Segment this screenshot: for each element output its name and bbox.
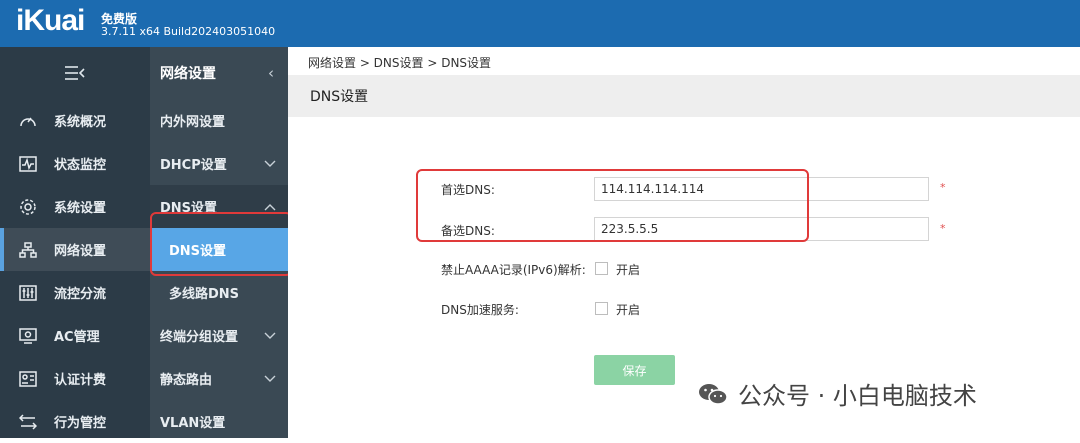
watermark-text: 公众号 · 小白电脑技术 [738,382,977,410]
subnav-item-multi-line-dns[interactable]: 多线路DNS [150,271,288,314]
chevron-down-icon [264,372,276,386]
subnav-item-vlan[interactable]: VLAN设置 [150,400,288,443]
save-button[interactable]: 保存 [594,355,675,385]
swap-icon [16,413,40,431]
main-sidebar: 系统概况 状态监控 系统设置 网络设置 流控分流 AC管理 认证计费 行为管控 [0,47,150,438]
sidebar-item-label: 系统概况 [54,115,107,130]
dns-accel-option-label: 开启 [616,303,641,317]
subnav-item-label: DHCP设置 [160,158,227,173]
sidebar-item-label: 流控分流 [54,287,107,302]
highlight-box-subnav [150,212,292,276]
sidebar-item-label: 行为管控 [54,416,107,431]
aaaa-checkbox[interactable] [595,262,608,275]
dns-accel-label: DNS加速服务: [441,303,519,317]
page-title: DNS设置 [310,89,369,105]
breadcrumb: 网络设置 > DNS设置 > DNS设置 [308,56,492,70]
subnav-item-label: 终端分组设置 [160,330,239,345]
sidebar-item-label: AC管理 [54,330,100,345]
sidebar-item-flow-control[interactable]: 流控分流 [0,271,150,314]
subnav-item-static-route[interactable]: 静态路由 [150,357,288,400]
highlight-box-dns-inputs [416,169,809,242]
aaaa-option-label: 开启 [616,263,641,277]
watermark: 公众号 · 小白电脑技术 [698,376,977,411]
sidebar-item-monitor[interactable]: 状态监控 [0,142,150,185]
monitor-icon [16,155,40,173]
menu-collapse-icon[interactable] [0,47,150,99]
sidebar-item-behavior[interactable]: 行为管控 [0,400,150,443]
chevron-down-icon [264,329,276,343]
sidebar-item-label: 网络设置 [54,244,107,259]
sidebar-item-network[interactable]: 网络设置 [0,228,150,271]
wechat-icon [699,383,728,405]
dns-accel-checkbox[interactable] [595,302,608,315]
subnav-item-label: 多线路DNS [169,287,240,302]
subnav-item-label: 内外网设置 [160,115,226,130]
network-icon [16,241,40,259]
ac-icon [16,327,40,345]
version-label: 3.7.11 x64 Build202403051040 [101,25,276,38]
aaaa-label: 禁止AAAA记录(IPv6)解析: [441,263,586,277]
subnav-title: 网络设置 ‹ [150,47,288,99]
subnav-item-dhcp[interactable]: DHCP设置 [150,142,288,185]
sidebar-item-label: 认证计费 [54,373,107,388]
chevron-down-icon [264,157,276,171]
dashboard-icon [16,112,40,130]
required-mark: * [940,222,946,235]
sidebar-item-label: 状态监控 [54,158,107,173]
sidebar-item-auth[interactable]: 认证计费 [0,357,150,400]
id-card-icon [16,370,40,388]
sliders-icon [16,284,40,302]
subnav-title-label: 网络设置 [160,66,216,82]
sidebar-item-label: 系统设置 [54,201,107,216]
app-logo: iKuai [16,4,85,37]
gear-icon [16,198,40,216]
subnav-item-lan-wan[interactable]: 内外网设置 [150,99,288,142]
sidebar-item-overview[interactable]: 系统概况 [0,99,150,142]
sidebar-item-ac[interactable]: AC管理 [0,314,150,357]
subnav-item-label: VLAN设置 [160,416,226,431]
subnav-item-terminal-group[interactable]: 终端分组设置 [150,314,288,357]
required-mark: * [940,181,946,194]
page-title-bar: DNS设置 [288,75,1080,117]
subnav-item-label: 静态路由 [160,373,213,388]
chevron-left-icon[interactable]: ‹ [268,64,274,82]
top-bar: iKuai 免费版 3.7.11 x64 Build202403051040 [0,0,1080,47]
sidebar-item-system[interactable]: 系统设置 [0,185,150,228]
